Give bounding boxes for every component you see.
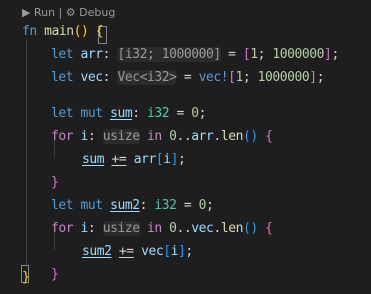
paren-open: () { [73, 24, 104, 39]
call-parens: () [242, 129, 258, 144]
debug-codelens[interactable]: ⚙ Debug [66, 6, 116, 19]
semicolon: ; [178, 152, 186, 167]
code-line-6: for i: usize in 0..arr.len() { [51, 125, 273, 148]
variable-vec: vec [191, 221, 214, 236]
type-i32: i32 [146, 106, 170, 121]
code-line-8: } [51, 171, 59, 194]
method-len: len [220, 221, 244, 236]
keyword-let: let [51, 198, 74, 213]
colon: : [102, 47, 118, 62]
function-name: main [44, 24, 74, 39]
colon: : [87, 221, 103, 236]
variable-vec: vec [80, 70, 104, 85]
brace-close: } [51, 267, 59, 282]
bracket: [ [228, 70, 236, 85]
brace-open: { [257, 221, 273, 236]
range-operator: .. [176, 129, 192, 144]
number: 0 [191, 106, 199, 121]
codelens-separator: | [55, 6, 66, 19]
code-line-7: sum += arr[i]; [82, 148, 186, 171]
code-line-12: sum2 += vec[i]; [82, 240, 193, 263]
keyword-mut: mut [80, 106, 104, 121]
semicolon: ; [257, 47, 273, 62]
code-line-3: let vec: Vec<i32> = vec![1; 1000000]; [51, 66, 325, 89]
variable-sum2: sum2 [110, 198, 140, 213]
code-line-5: let mut sum: i32 = 0; [51, 102, 207, 125]
variable-i: i [80, 221, 89, 236]
number: 0 [169, 129, 177, 144]
type-i32: i32 [154, 198, 177, 213]
equals: = [169, 106, 192, 121]
variable-sum: sum [82, 152, 105, 167]
variable-sum: sum [110, 106, 133, 121]
variable-arr: arr [80, 47, 104, 62]
number: 1000000 [272, 47, 325, 62]
bracket: ] [170, 152, 179, 167]
method-len: len [220, 129, 244, 144]
variable-i: i [163, 152, 171, 167]
number: 0 [198, 198, 207, 213]
variable-i: i [80, 129, 89, 144]
type-hint: usize [102, 129, 140, 144]
type-hint: [i32; 1000000] [117, 47, 221, 62]
code-line-10: let mut sum2: i32 = 0; [51, 194, 214, 217]
brace-close: } [51, 175, 59, 190]
brace-close-main: } [22, 270, 30, 285]
code-line-13: } [51, 263, 59, 286]
equals: = [220, 47, 243, 62]
variable-sum2: sum2 [82, 244, 112, 259]
add-assign-operator: += [118, 244, 134, 259]
semicolon: ; [206, 198, 214, 213]
colon: : [87, 129, 103, 144]
code-line-2: let arr: [i32; 1000000] = [1; 1000000]; [51, 43, 339, 66]
colon: : [132, 106, 147, 121]
keyword-mut: mut [80, 198, 104, 213]
keyword-for: for [51, 221, 74, 236]
code-line-14: } [22, 266, 30, 289]
type-hint: usize [102, 221, 140, 236]
brace-open: { [257, 129, 273, 144]
variable-vec: vec [141, 244, 164, 259]
semicolon: ; [316, 70, 325, 85]
bracket: ] [309, 70, 317, 85]
keyword-let: let [51, 47, 74, 62]
equals: = [176, 70, 199, 85]
dot: . [213, 221, 221, 236]
macro-vec: vec! [198, 70, 229, 85]
keyword-fn: fn [22, 24, 37, 39]
variable-i: i [170, 244, 179, 259]
number: 1 [250, 47, 258, 62]
range-operator: .. [176, 221, 192, 236]
type-hint: Vec<i32> [117, 70, 177, 85]
number: 1000000 [257, 70, 310, 85]
code-editor[interactable]: ▶ Run | ⚙ Debug fn main() { let arr: [i3… [0, 0, 371, 294]
semicolon: ; [331, 47, 339, 62]
bracket: [ [163, 244, 171, 259]
code-line-11: for i: usize in 0..vec.len() { [51, 217, 273, 240]
keyword-let: let [51, 106, 74, 121]
code-line-1: fn main() { [22, 20, 104, 43]
equals: = [176, 198, 199, 213]
add-assign-operator: += [111, 152, 127, 167]
semicolon: ; [198, 106, 207, 121]
variable-arr: arr [133, 152, 157, 167]
semicolon: ; [242, 70, 258, 85]
variable-arr: arr [191, 129, 214, 144]
keyword-let: let [51, 70, 74, 85]
number: 1 [235, 70, 244, 85]
colon: : [139, 198, 155, 213]
run-codelens[interactable]: ▶ Run [22, 6, 55, 19]
indent-guide [26, 40, 27, 265]
keyword-for: for [51, 129, 74, 144]
number: 0 [169, 221, 177, 236]
keyword-in: in [146, 129, 162, 144]
dot: . [213, 129, 221, 144]
call-parens: () [242, 221, 258, 236]
semicolon: ; [185, 244, 193, 259]
keyword-in: in [146, 221, 162, 236]
colon: : [102, 70, 118, 85]
